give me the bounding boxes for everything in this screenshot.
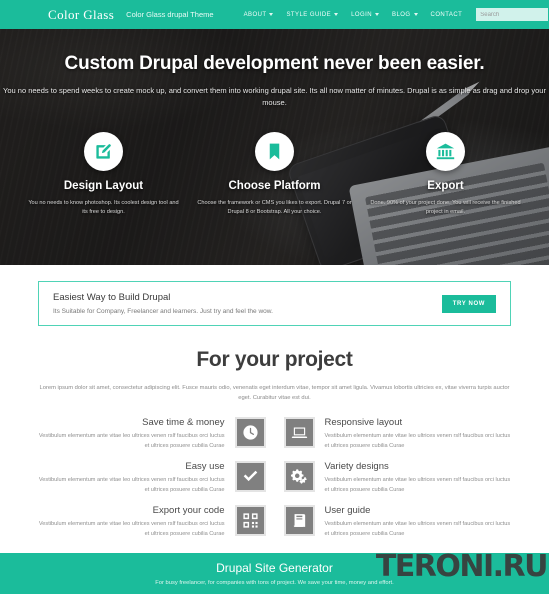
feature-desc: Vestibulum elementum ante vitae leo ultr…	[38, 433, 225, 449]
feature-grid: Save time & money Vestibulum elementum a…	[0, 417, 549, 539]
search-input[interactable]	[476, 8, 549, 21]
search-area: 🔍	[476, 8, 549, 21]
hero-column-design-layout: Design Layout You no needs to know photo…	[18, 131, 189, 218]
nav-item-contact[interactable]: CONTACT	[431, 12, 463, 18]
feature-save-time-money: Save time & money Vestibulum elementum a…	[38, 417, 266, 451]
feature-responsive-layout: Responsive layout Vestibulum elementum a…	[283, 417, 512, 451]
nav-item-contact-label: CONTACT	[430, 11, 463, 18]
feature-user-guide: User guide Vestibulum elementum ante vit…	[283, 505, 512, 539]
chevron-down-icon	[413, 13, 418, 16]
chevron-down-icon	[334, 13, 339, 16]
hero-column-choose-platform: Choose Platform Choose the framework or …	[189, 131, 360, 218]
feature-desc: Vestibulum elementum ante vitae leo ultr…	[38, 477, 225, 493]
bank-columns-icon	[426, 131, 465, 171]
nav-item-about-label: ABOUT	[243, 11, 267, 18]
book-icon	[283, 505, 315, 537]
hero-feature-columns: Design Layout You no needs to know photo…	[0, 131, 549, 218]
bookmark-icon	[255, 131, 294, 171]
hero-column-desc: You no needs to know photoshop. Its cool…	[28, 199, 179, 216]
project-section: For your project Lorem ipsum dolor sit a…	[0, 326, 549, 403]
try-now-button[interactable]: TRY NOW	[441, 294, 496, 313]
nav-item-blog-label: BLOG	[392, 11, 411, 18]
feature-text-block: Responsive layout Vestibulum elementum a…	[325, 417, 512, 451]
hero-column-desc: Done. 90% of your project done. You will…	[370, 199, 521, 216]
feature-easy-use: Easy use Vestibulum elementum ante vitae…	[38, 461, 266, 495]
feature-text-block: Variety designs Vestibulum elementum ant…	[325, 461, 512, 495]
hero-title: Custom Drupal development never been eas…	[64, 53, 485, 74]
top-navigation-bar: Color Glass Color Glass drupal Theme ABO…	[0, 0, 549, 29]
feature-title: Save time & money	[142, 417, 225, 429]
qr-code-icon	[234, 505, 266, 537]
hero-section: Custom Drupal development never been eas…	[0, 29, 549, 265]
cta-zone: Easiest Way to Build Drupal Its Suitable…	[0, 265, 549, 326]
feature-desc: Vestibulum elementum ante vitae leo ultr…	[324, 521, 511, 537]
cta-text-block: Easiest Way to Build Drupal Its Suitable…	[53, 292, 273, 315]
cta-subtitle: Its Suitable for Company, Freelancer and…	[53, 308, 273, 315]
laptop-icon	[283, 417, 315, 449]
project-lead-text: Lorem ipsum dolor sit amet, consectetur …	[39, 385, 510, 402]
pencil-edit-icon	[84, 131, 123, 171]
cta-banner: Easiest Way to Build Drupal Its Suitable…	[38, 281, 511, 326]
hero-subtitle: You no needs to spend weeks to create mo…	[3, 86, 546, 108]
nav-item-about[interactable]: ABOUT	[244, 12, 274, 18]
feature-text-block: Export your code Vestibulum elementum an…	[38, 505, 225, 539]
feature-title: Export your code	[152, 505, 225, 517]
footer-subtitle: For busy freelancer, for companies with …	[155, 580, 394, 587]
gears-icon	[283, 461, 315, 493]
nav-item-blog[interactable]: BLOG	[392, 11, 418, 18]
nav-item-style-guide-label: STYLE GUIDE	[286, 11, 332, 18]
nav-item-login-label: LOGIN	[351, 11, 373, 18]
feature-text-block: User guide Vestibulum elementum ante vit…	[325, 505, 512, 539]
footer-banner: Drupal Site Generator For busy freelance…	[0, 549, 549, 595]
feature-title: Easy use	[185, 461, 225, 473]
main-menu: ABOUT STYLE GUIDE LOGIN BLOG CONTACT	[244, 12, 463, 18]
hero-column-desc: Choose the framework or CMS you likes to…	[197, 199, 352, 216]
feature-desc: Vestibulum elementum ante vitae leo ultr…	[324, 433, 511, 449]
hero-column-title: Choose Platform	[228, 179, 321, 192]
site-logo[interactable]: Color Glass	[48, 7, 114, 23]
feature-export-your-code: Export your code Vestibulum elementum an…	[38, 505, 266, 539]
clock-icon	[234, 417, 266, 449]
feature-variety-designs: Variety designs Vestibulum elementum ant…	[283, 461, 512, 495]
feature-desc: Vestibulum elementum ante vitae leo ultr…	[38, 521, 225, 537]
check-icon	[234, 461, 266, 493]
feature-text-block: Save time & money Vestibulum elementum a…	[38, 417, 225, 451]
feature-desc: Vestibulum elementum ante vitae leo ultr…	[324, 477, 511, 493]
hero-column-title: Design Layout	[63, 179, 144, 192]
nav-item-style-guide[interactable]: STYLE GUIDE	[286, 11, 339, 18]
site-tagline: Color Glass drupal Theme	[126, 10, 214, 19]
feature-title: Responsive layout	[324, 417, 403, 429]
footer-title: Drupal Site Generator	[216, 561, 333, 576]
chevron-down-icon	[375, 13, 380, 16]
feature-title: User guide	[324, 505, 371, 517]
watermark-text: TERONI.RU	[375, 549, 549, 585]
hero-column-title: Export	[427, 179, 464, 192]
nav-item-login[interactable]: LOGIN	[351, 11, 380, 18]
cta-title: Easiest Way to Build Drupal	[53, 292, 171, 303]
chevron-down-icon	[269, 13, 274, 16]
hero-column-export: Export Done. 90% of your project done. Y…	[360, 131, 531, 218]
feature-title: Variety designs	[324, 461, 389, 473]
project-title: For your project	[196, 348, 353, 371]
feature-text-block: Easy use Vestibulum elementum ante vitae…	[38, 461, 225, 495]
